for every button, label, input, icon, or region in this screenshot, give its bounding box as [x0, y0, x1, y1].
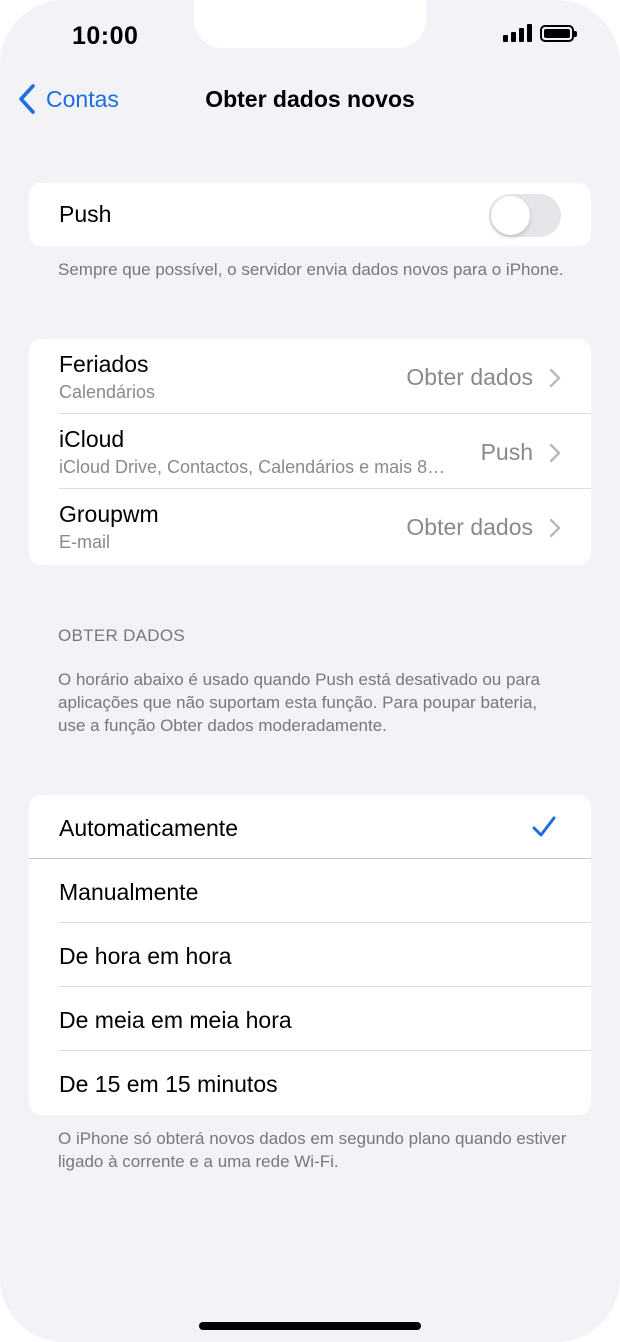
fetch-section-header: OBTER DADOS — [58, 626, 186, 645]
push-group: Push — [29, 183, 591, 246]
account-row-feriados[interactable]: Feriados Calendários Obter dados — [29, 339, 591, 414]
chevron-right-icon — [549, 443, 561, 463]
schedule-option-label: De meia em meia hora — [59, 1007, 292, 1033]
notch — [194, 0, 426, 48]
schedule-option-hourly[interactable]: De hora em hora — [29, 923, 591, 987]
schedule-option-half-hour[interactable]: De meia em meia hora — [29, 987, 591, 1051]
toggle-knob — [491, 196, 530, 235]
account-detail: Calendários — [59, 382, 156, 402]
schedule-option-manual[interactable]: Manualmente — [29, 859, 591, 923]
cellular-signal-icon — [503, 24, 532, 42]
checkmark-icon — [532, 816, 556, 837]
push-row: Push — [29, 183, 591, 246]
schedule-option-label: Automaticamente — [59, 815, 238, 841]
schedule-option-15-min[interactable]: De 15 em 15 minutos — [29, 1051, 591, 1115]
home-indicator[interactable] — [199, 1322, 421, 1330]
account-detail: iCloud Drive, Contactos, Calendários e m… — [59, 457, 446, 477]
account-row-groupwm[interactable]: Groupwm E-mail Obter dados — [29, 489, 591, 565]
push-label: Push — [59, 201, 112, 227]
chevron-right-icon — [549, 518, 561, 538]
account-fetch-value: Obter dados — [406, 364, 533, 390]
status-time: 10:00 — [72, 22, 139, 50]
status-indicators — [503, 24, 577, 42]
account-fetch-value: Obter dados — [406, 514, 533, 540]
phone-screen: 10:00 Contas Obter dados novos Push Semp… — [0, 0, 620, 1342]
chevron-right-icon — [549, 368, 561, 388]
bottom-footnote: O iPhone só obterá novos dados em segund… — [58, 1129, 567, 1171]
account-fetch-value: Push — [480, 439, 533, 465]
push-toggle[interactable] — [489, 194, 561, 237]
schedule-option-label: De 15 em 15 minutos — [59, 1071, 278, 1097]
account-name: Feriados — [59, 351, 149, 377]
battery-icon — [540, 24, 577, 42]
schedule-option-label: De hora em hora — [59, 943, 232, 969]
account-row-icloud[interactable]: iCloud iCloud Drive, Contactos, Calendár… — [29, 414, 591, 489]
account-name: Groupwm — [59, 501, 159, 527]
push-footnote: Sempre que possível, o servidor envia da… — [58, 260, 564, 279]
accounts-group: Feriados Calendários Obter dados iCloud … — [29, 339, 591, 565]
schedule-options-group: Automaticamente Manualmente De hora em h… — [29, 795, 591, 1115]
schedule-option-automatic[interactable]: Automaticamente — [29, 795, 591, 859]
account-name: iCloud — [59, 426, 125, 452]
page-title: Obter dados novos — [205, 86, 415, 112]
schedule-option-label: Manualmente — [59, 879, 199, 905]
account-detail: E-mail — [59, 532, 111, 552]
fetch-section-description: O horário abaixo é usado quando Push est… — [58, 670, 541, 735]
